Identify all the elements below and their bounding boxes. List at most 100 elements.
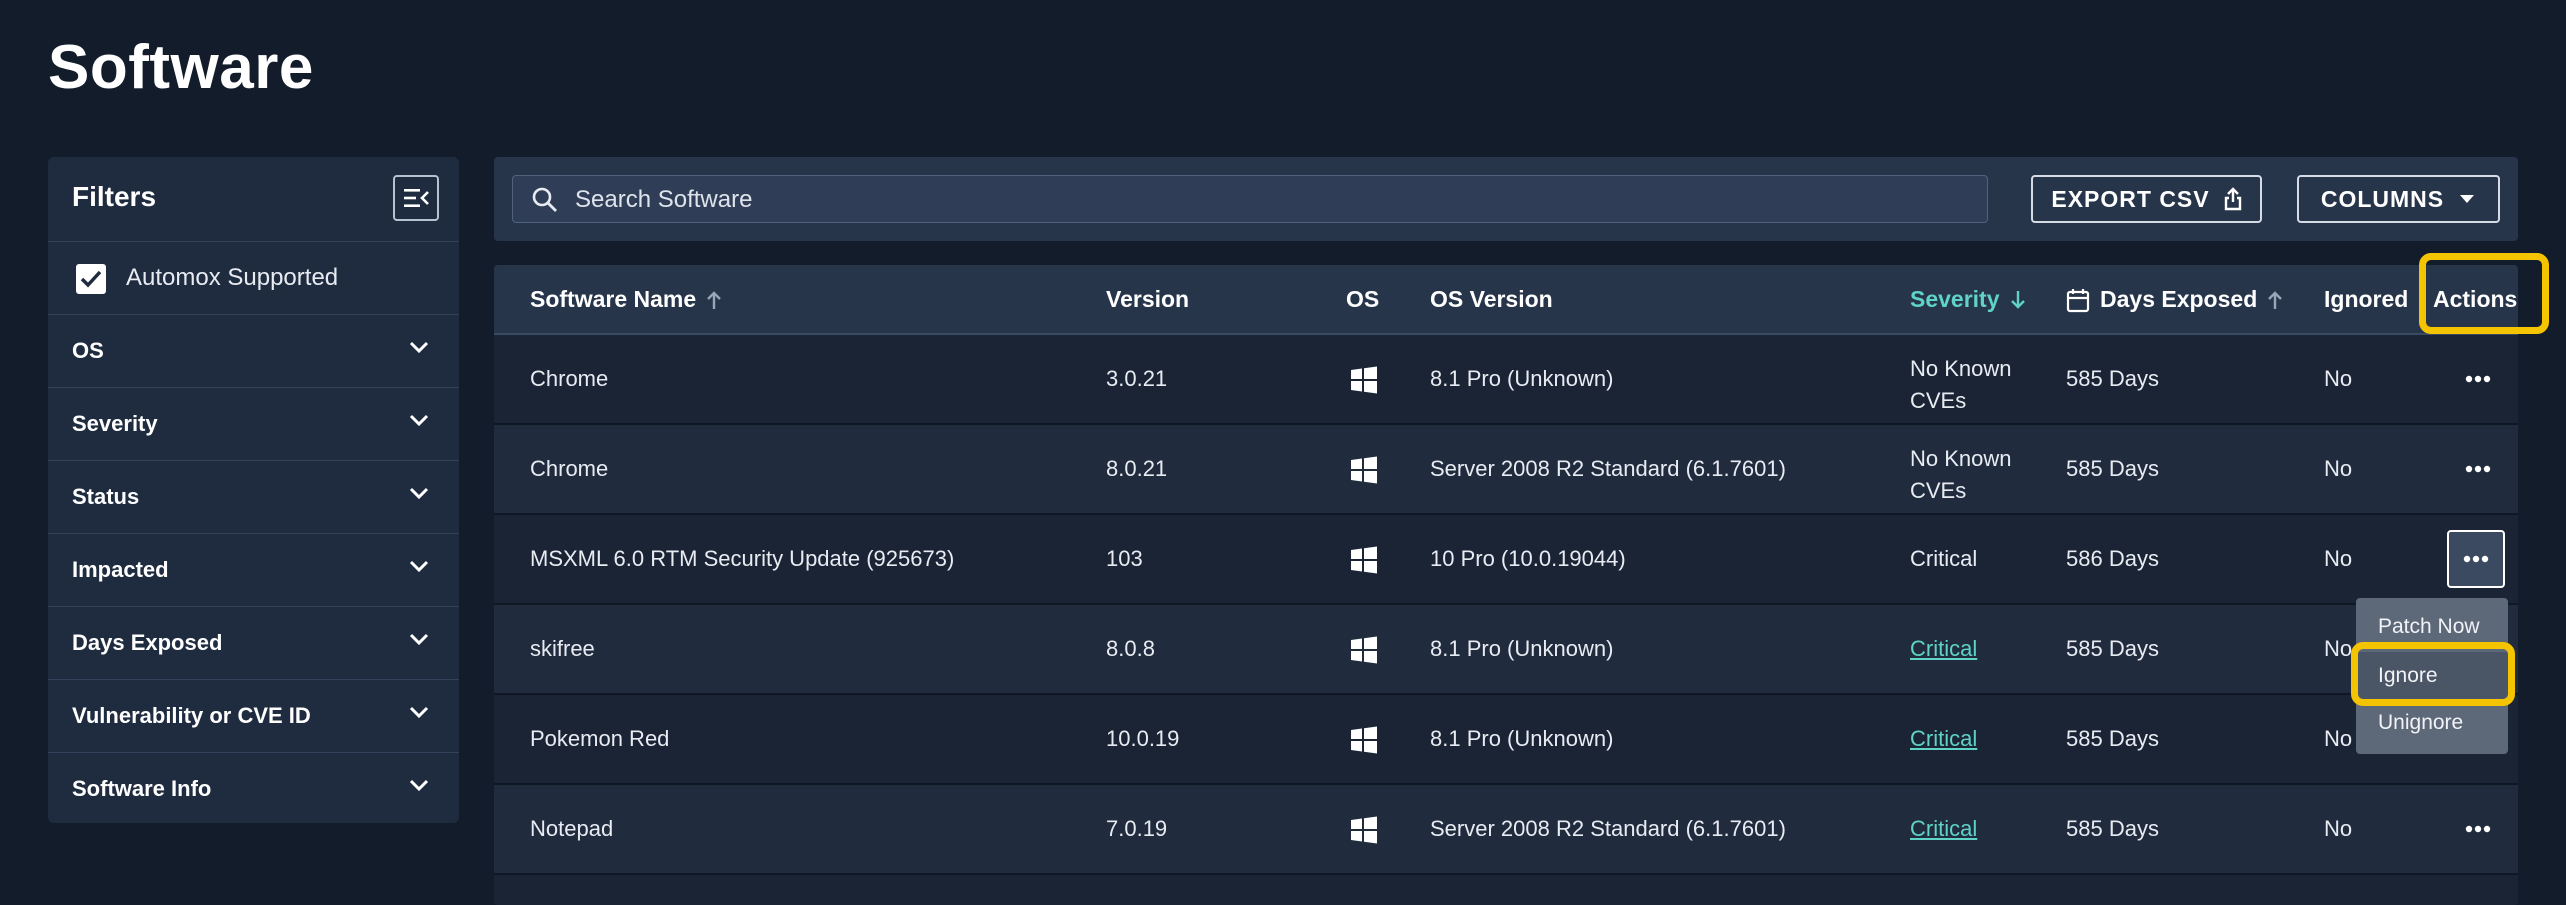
windows-icon [1351,726,1377,754]
checkmark-icon [80,270,102,288]
header-label: Severity [1910,286,2000,312]
cell-severity: No Known CVEs [1910,356,2012,413]
menu-item-patch-now[interactable]: Patch Now [2378,615,2480,639]
filter-label: OS [72,338,104,363]
header-version[interactable]: Version [1106,286,1189,313]
table-row[interactable]: MSXML 6.0 RTM Security Update (925673) 1… [494,515,2518,605]
header-days-exposed[interactable]: Days Exposed [2066,286,2283,313]
cell-severity-link[interactable]: Critical [1910,726,1977,752]
cell-version: 3.0.21 [1106,366,1168,391]
search-input[interactable] [573,176,1957,224]
filter-label: Vulnerability or CVE ID [72,703,311,728]
sort-down-icon [2010,290,2025,309]
cell-os-version: 8.1 Pro (Unknown) [1430,726,1614,751]
cell-software-name: MSXML 6.0 RTM Security Update (925673) [530,546,955,571]
cell-severity-link[interactable]: Critical [1910,816,1977,842]
menu-item-unignore[interactable]: Unignore [2378,711,2463,735]
cell-version: 103 [1106,546,1143,571]
export-csv-button[interactable]: EXPORT CSV [2031,175,2262,223]
filter-severity[interactable]: Severity [48,388,459,461]
calendar-icon [2066,288,2090,312]
chevron-down-icon [409,633,429,645]
chevron-down-icon [409,414,429,426]
automox-supported-checkbox[interactable] [76,264,106,294]
header-software-name[interactable]: Software Name [530,286,722,313]
cell-software-name: Chrome [530,456,609,481]
columns-label: COLUMNS [2320,185,2445,212]
windows-icon [1351,456,1377,484]
search-icon [532,187,557,212]
filter-impacted[interactable]: Impacted [48,534,459,607]
actions-header-highlight [2419,253,2549,334]
cell-os-version: 10 Pro (10.0.19044) [1430,546,1626,571]
table-row[interactable]: Pokemon Red 10.0.19 8.1 Pro (Unknown) Cr… [494,695,2518,785]
filters-title: Filters [72,181,157,212]
row-actions-button[interactable] [2462,814,2494,844]
table-row[interactable]: Chrome 3.0.21 8.1 Pro (Unknown) No Known… [494,335,2518,425]
cell-days-exposed: 585 Days [2066,456,2159,481]
windows-icon [1351,816,1377,844]
cell-ignored: No [2324,546,2353,571]
cell-ignored: No [2324,726,2353,751]
table-row[interactable]: skifree 8.0.8 8.1 Pro (Unknown) Critical… [494,605,2518,695]
header-label: Version [1106,286,1190,312]
filter-label: Software Info [72,776,212,801]
ignore-option-highlight [2351,642,2515,706]
table-header: Software Name Version OS OS Version Seve… [494,265,2518,335]
filter-status[interactable]: Status [48,461,459,534]
cell-software-name: skifree [530,636,595,661]
table-row[interactable]: Chrome 8.0.21 Server 2008 R2 Standard (6… [494,425,2518,515]
windows-icon [1351,366,1377,394]
cell-days-exposed: 585 Days [2066,366,2159,391]
cell-version: 7.0.19 [1106,816,1168,841]
more-horizontal-icon [2463,555,2489,563]
header-os-version[interactable]: OS Version [1430,286,1553,313]
filter-software-info[interactable]: Software Info [48,753,459,823]
filters-header: Filters [48,157,459,242]
cell-severity-link[interactable]: Critical [1910,636,1977,662]
row-actions-button-active[interactable] [2447,530,2505,588]
page-title: Software [48,33,314,102]
cell-software-name: Notepad [530,816,614,841]
cell-os-version: Server 2008 R2 Standard (6.1.7601) [1430,816,1786,841]
filter-os[interactable]: OS [48,315,459,388]
software-table: Software Name Version OS OS Version Seve… [494,265,2518,905]
header-ignored[interactable]: Ignored [2324,286,2408,313]
header-label: Days Exposed [2100,286,2258,312]
cell-os-version: 8.1 Pro (Unknown) [1430,366,1614,391]
export-csv-label: EXPORT CSV [2051,185,2210,212]
cell-severity: Critical [1910,546,1978,571]
cell-days-exposed: 585 Days [2066,726,2159,751]
filter-vulnerability-cve[interactable]: Vulnerability or CVE ID [48,680,459,753]
cell-ignored: No [2324,366,2353,391]
windows-icon [1351,636,1377,664]
header-label: Software Name [530,286,697,312]
cell-days-exposed: 586 Days [2066,546,2159,571]
filter-automox-supported[interactable]: Automox Supported [48,242,459,315]
filter-days-exposed[interactable]: Days Exposed [48,607,459,680]
chevron-down-icon [409,487,429,499]
columns-button[interactable]: COLUMNS [2297,175,2500,223]
sort-up-icon [2268,290,2283,309]
checkbox-label: Automox Supported [126,264,339,291]
more-horizontal-icon [2465,465,2491,473]
header-label: OS [1346,286,1380,312]
header-severity[interactable]: Severity [1910,286,2026,313]
row-actions-button[interactable] [2462,364,2494,394]
chevron-down-icon [409,779,429,791]
collapse-filters-button[interactable] [393,175,439,221]
cell-os-version: Server 2008 R2 Standard (6.1.7601) [1430,456,1786,481]
cell-ignored: No [2324,456,2353,481]
search-box[interactable] [512,175,1988,224]
table-row[interactable]: Notepad 7.0.19 Server 2008 R2 Standard (… [494,785,2518,875]
row-actions-button[interactable] [2462,454,2494,484]
cell-version: 8.0.8 [1106,636,1155,661]
cell-os-version: 8.1 Pro (Unknown) [1430,636,1614,661]
filter-label: Impacted [72,557,169,582]
toolbar: EXPORT CSV COLUMNS [494,157,2518,241]
more-horizontal-icon [2465,375,2491,383]
header-label: OS Version [1430,286,1553,312]
windows-icon [1351,546,1377,574]
chevron-down-icon [409,706,429,718]
header-os[interactable]: OS [1346,286,1379,313]
